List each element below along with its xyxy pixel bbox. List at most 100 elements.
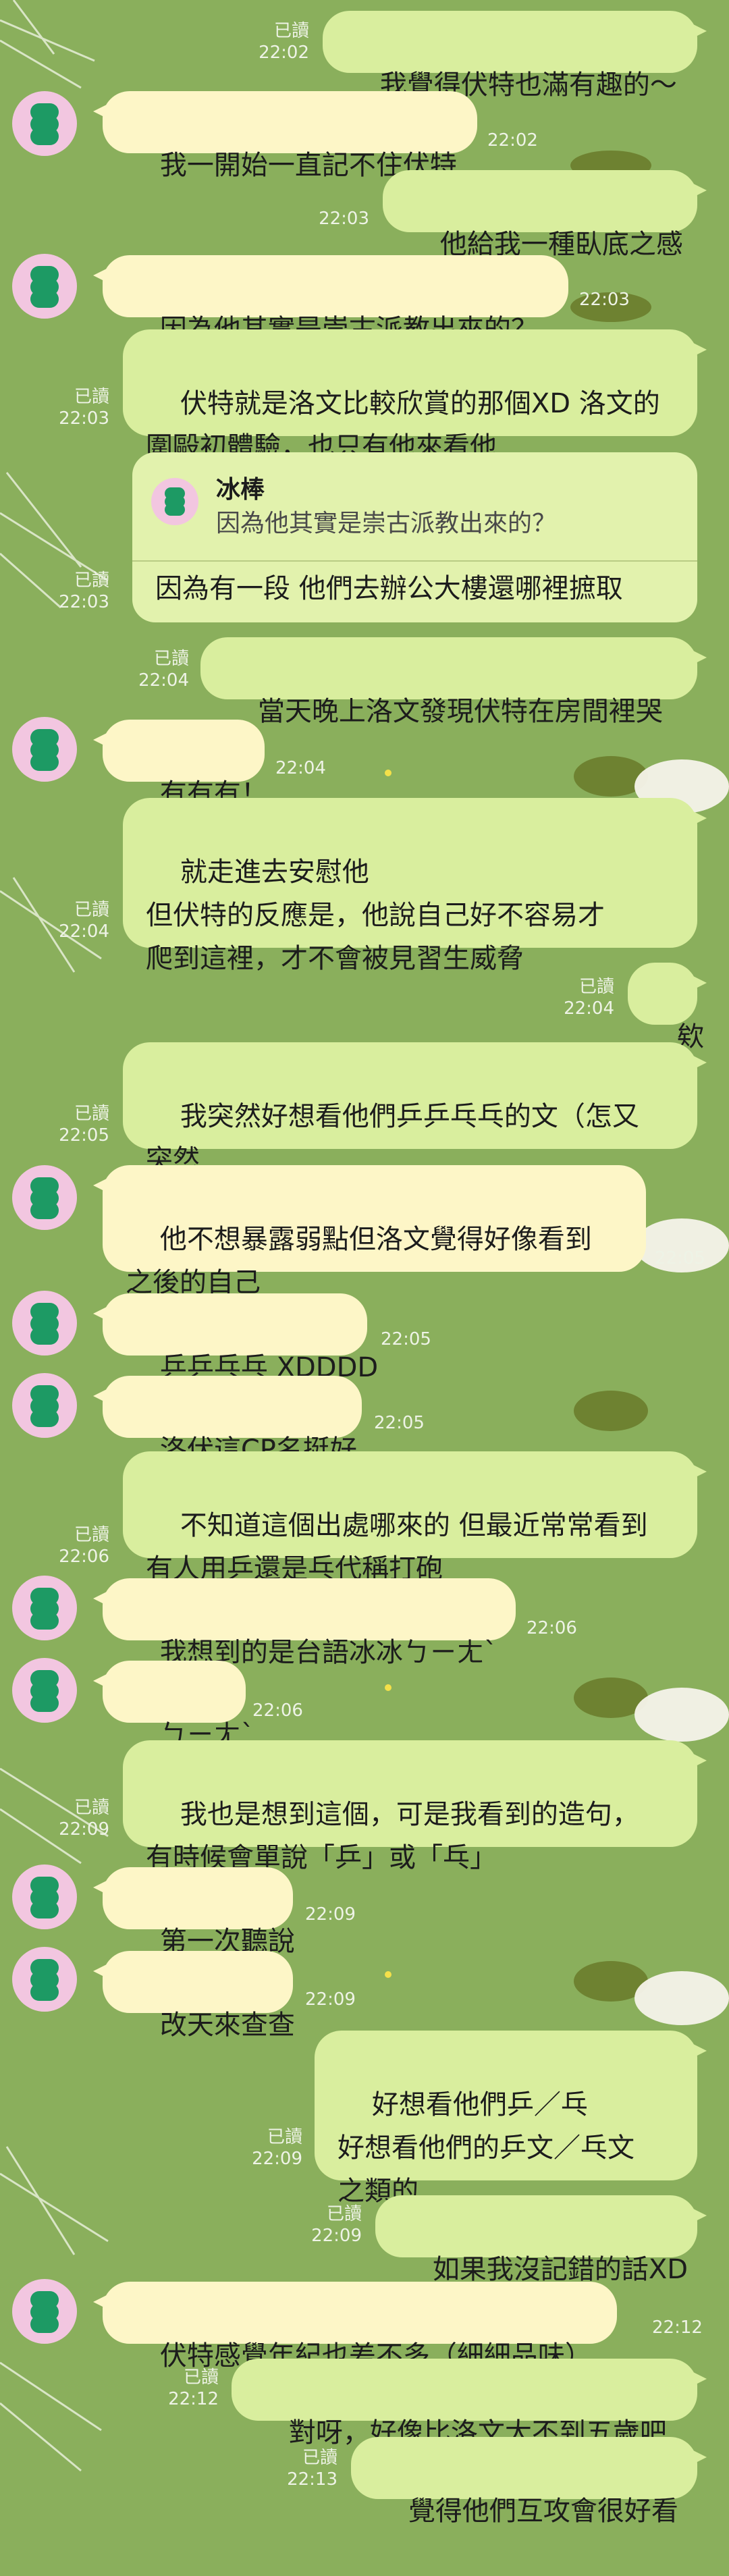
dango-icon-bottom: [30, 290, 59, 308]
contact-avatar[interactable]: [12, 1658, 77, 1723]
outgoing-message[interactable]: 好想看他們乒／乓 好想看他們的乒文／乓文 之類的: [315, 2031, 707, 2207]
message-text: 改天來查查: [159, 2010, 295, 2041]
incoming-message[interactable]: ㄅㄧㄤˋ: [93, 1661, 254, 1750]
read-receipt: 已讀: [74, 1798, 109, 1818]
timestamp: 22:05: [655, 1248, 705, 1268]
outgoing-message[interactable]: 我突然好想看他們乒乒乓乓的文（怎又 突然: [123, 1042, 707, 1175]
contact-avatar[interactable]: [12, 717, 77, 782]
message-meta: 已讀 22:09: [55, 1797, 109, 1840]
contact-avatar[interactable]: [12, 91, 77, 156]
incoming-message[interactable]: 我一開始一直記不住伏特: [93, 91, 477, 181]
dango-icon-bottom: [30, 1983, 59, 2001]
timestamp: 22:09: [59, 1819, 109, 1840]
chat-area: 已讀 22:02 我覺得伏特也滿有趣的～ 我一開始一直記不住伏特 22:02 2…: [0, 0, 729, 2527]
contact-avatar[interactable]: [12, 1291, 77, 1356]
message-text: 如果我沒記錯的話XD: [432, 2254, 688, 2285]
message-text: 覺得他們互攻會很好看: [408, 2496, 678, 2527]
timestamp: 22:09: [252, 2149, 302, 2169]
incoming-message[interactable]: 伏特感覺年紀也差不多（細細品味）: [93, 2282, 617, 2371]
read-receipt: 已讀: [74, 1525, 109, 1545]
message-text: 就走進去安慰他 但伏特的反應是，他說自己好不容易才 爬到這裡，才不會被見習生威脅: [146, 857, 605, 974]
message-text: 他不想暴露弱點但洛文覺得好像看到 之後的自己: [126, 1224, 592, 1298]
contact-avatar[interactable]: [12, 254, 77, 319]
contact-avatar[interactable]: [12, 1576, 77, 1640]
read-receipt: 已讀: [183, 2367, 219, 2388]
timestamp: 22:06: [59, 1547, 109, 1567]
dango-icon-bottom: [30, 128, 59, 145]
timestamp: 22:04: [59, 921, 109, 942]
read-receipt: 已讀: [74, 570, 109, 591]
quoted-avatar: [151, 478, 198, 525]
read-receipt: 已讀: [302, 2448, 338, 2468]
read-receipt: 已讀: [326, 2204, 362, 2224]
timestamp: 22:03: [59, 592, 109, 612]
quoted-message[interactable]: 冰棒 因為他其實是崇古派教出來的？: [132, 452, 697, 560]
read-receipt: 已讀: [267, 2127, 302, 2147]
contact-avatar[interactable]: [12, 1165, 77, 1230]
message-meta: 已讀 22:04: [135, 648, 189, 691]
contact-avatar[interactable]: [12, 2279, 77, 2344]
message-meta: 已讀 22:06: [55, 1524, 109, 1567]
timestamp: 22:03: [59, 408, 109, 429]
incoming-message[interactable]: 乒乒乓乓 XDDDD: [93, 1293, 378, 1383]
read-receipt: 已讀: [74, 1104, 109, 1124]
timestamp: 22:04: [275, 758, 326, 778]
quoted-sender-name: 冰棒: [216, 476, 265, 504]
dango-icon-bottom: [30, 1901, 59, 1918]
message-meta: 已讀 22:04: [55, 899, 109, 942]
outgoing-message[interactable]: 他給我一種臥底之感: [383, 170, 707, 260]
outgoing-message[interactable]: 對呀，好像比洛文大不到五歲吧: [232, 2359, 707, 2448]
quoted-text: 因為他其實是崇古派教出來的？: [216, 510, 557, 537]
timestamp: 22:09: [311, 2226, 362, 2246]
timestamp: 22:06: [252, 1700, 303, 1721]
incoming-message[interactable]: 第一次聽說: [93, 1867, 295, 1957]
incoming-message[interactable]: 我想到的是台語冰冰ㄅㄧㄤˋ: [93, 1578, 516, 1668]
message-text: 好想看他們乒／乓 好想看他們的乒文／乓文 之類的: [338, 2089, 634, 2207]
dango-icon-bottom: [30, 1410, 59, 1427]
message-meta: 已讀 22:09: [308, 2203, 362, 2247]
outgoing-message[interactable]: 覺得他們互攻會很好看: [351, 2437, 707, 2527]
timestamp: 22:05: [381, 1329, 431, 1349]
read-receipt: 已讀: [153, 649, 189, 669]
incoming-message[interactable]: 他不想暴露弱點但洛文覺得好像看到 之後的自己: [93, 1165, 646, 1298]
timestamp: 22:03: [319, 209, 369, 229]
outgoing-message[interactable]: 不知道這個出處哪來的 但最近常常看到 有人用乒還是乓代稱打砲: [123, 1451, 707, 1584]
contact-avatar[interactable]: [12, 1947, 77, 2012]
dango-icon-bottom: [30, 1694, 59, 1712]
message-text: 因為有一段 他們去辦公大樓還哪裡摭取: [155, 573, 623, 604]
dango-icon-bottom: [165, 504, 185, 516]
incoming-message[interactable]: 改天來查查: [93, 1951, 295, 2041]
incoming-message[interactable]: 洛伏這CP名挺好: [93, 1376, 362, 1466]
timestamp: 22:09: [305, 1989, 356, 2010]
reply-message[interactable]: 冰棒 因為他其實是崇古派教出來的？ 因為有一段 他們去辦公大樓還哪裡摭取: [132, 452, 697, 622]
message-meta: 已讀 22:12: [165, 2367, 219, 2410]
message-meta: 22:03: [315, 208, 369, 230]
timestamp: 22:05: [374, 1413, 425, 1433]
outgoing-message[interactable]: 伏特就是洛文比較欣賞的那個XD 洛文的 圍毆初體驗，也只有他來看他: [123, 329, 707, 462]
outgoing-message[interactable]: 當天晚上洛文發現伏特在房間裡哭: [200, 637, 707, 727]
outgoing-message[interactable]: 我覺得伏特也滿有趣的～: [323, 11, 707, 101]
timestamp: 22:02: [259, 43, 309, 63]
incoming-message[interactable]: 有有有！: [93, 720, 268, 809]
incoming-message[interactable]: 因為他其實是崇古派教出來的？: [93, 255, 568, 345]
outgoing-message[interactable]: 欸: [628, 963, 707, 1052]
message-meta: 已讀 22:05: [55, 1103, 109, 1146]
dango-icon-bottom: [30, 753, 59, 771]
contact-avatar[interactable]: [12, 1864, 77, 1929]
message-meta: 已讀 22:02: [255, 20, 309, 63]
timestamp: 22:12: [168, 2389, 219, 2409]
timestamp: 22:04: [138, 670, 189, 691]
timestamp: 22:12: [652, 2317, 703, 2338]
message-meta: 已讀 22:13: [284, 2447, 338, 2490]
outgoing-message[interactable]: 如果我沒記錯的話XD: [375, 2195, 707, 2285]
contact-avatar[interactable]: [12, 1373, 77, 1438]
read-receipt: 已讀: [273, 21, 309, 41]
outgoing-message[interactable]: 就走進去安慰他 但伏特的反應是，他說自己好不容易才 爬到這裡，才不會被見習生威脅: [123, 798, 707, 974]
dango-icon-bottom: [30, 1327, 59, 1345]
message-text: 當天晚上洛文發現伏特在房間裡哭: [257, 696, 663, 727]
read-receipt: 已讀: [578, 977, 614, 997]
message-meta: 已讀 22:09: [248, 2126, 302, 2170]
timestamp: 22:09: [305, 1904, 356, 1925]
timestamp: 22:02: [487, 130, 538, 151]
outgoing-message[interactable]: 我也是想到這個，可是我看到的造句， 有時候會單說「乒」或「乓」: [123, 1740, 707, 1873]
